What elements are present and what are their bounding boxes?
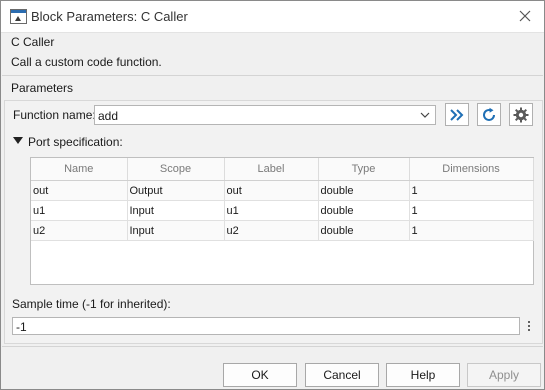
port-table: Name Scope Label Type Dimensions out Out… — [31, 158, 534, 241]
cell-label[interactable]: u2 — [224, 220, 319, 241]
column-header-name[interactable]: Name — [31, 158, 128, 181]
divider — [2, 75, 543, 76]
table-row[interactable]: u2 Input u2 double 1 — [31, 220, 534, 241]
table-row[interactable]: out Output out double 1 — [31, 180, 534, 201]
cancel-button[interactable]: Cancel — [305, 363, 379, 387]
cell-name[interactable]: out — [31, 180, 128, 201]
port-specification-table: Name Scope Label Type Dimensions out Out… — [30, 157, 534, 285]
cell-name[interactable]: u2 — [31, 220, 128, 241]
cell-dimensions[interactable]: 1 — [409, 200, 534, 221]
cell-type[interactable]: double — [318, 180, 410, 201]
refresh-button[interactable] — [477, 103, 501, 126]
settings-button[interactable] — [509, 103, 533, 126]
cell-name[interactable]: u1 — [31, 200, 128, 221]
window-title: Block Parameters: C Caller — [31, 9, 188, 24]
column-header-type[interactable]: Type — [318, 158, 410, 181]
goto-function-button[interactable] — [445, 103, 469, 126]
cell-scope[interactable]: Input — [127, 200, 225, 221]
refresh-icon — [483, 107, 495, 121]
triangle-down-icon[interactable] — [13, 137, 23, 145]
cell-dimensions[interactable]: 1 — [409, 220, 534, 241]
apply-button[interactable]: Apply — [467, 363, 541, 387]
block-name-heading: C Caller — [11, 35, 55, 49]
title-bar: Block Parameters: C Caller — [1, 1, 544, 33]
cell-label[interactable]: u1 — [224, 200, 319, 221]
dialog-window: Block Parameters: C Caller C Caller Call… — [0, 0, 545, 390]
column-header-dimensions[interactable]: Dimensions — [409, 158, 534, 181]
ok-button[interactable]: OK — [223, 363, 297, 387]
double-chevron-right-icon — [450, 108, 464, 121]
sample-time-label: Sample time (-1 for inherited): — [12, 297, 171, 311]
help-button[interactable]: Help — [386, 363, 460, 387]
table-row[interactable]: u1 Input u1 double 1 — [31, 200, 534, 221]
gear-icon — [513, 107, 529, 122]
cell-dimensions[interactable]: 1 — [409, 180, 534, 201]
function-name-value: add — [98, 109, 119, 123]
divider — [2, 346, 543, 347]
function-name-label: Function name: — [13, 108, 96, 122]
sample-time-value: -1 — [16, 320, 27, 334]
port-specification-label: Port specification: — [28, 135, 123, 149]
block-icon — [10, 9, 27, 24]
column-header-scope[interactable]: Scope — [127, 158, 225, 181]
cell-type[interactable]: double — [318, 220, 410, 241]
parameters-heading: Parameters — [11, 81, 74, 95]
column-header-label[interactable]: Label — [224, 158, 319, 181]
block-description: Call a custom code function. — [11, 55, 162, 69]
cell-scope[interactable]: Input — [127, 220, 225, 241]
close-button[interactable] — [512, 5, 538, 27]
chevron-down-icon — [420, 112, 430, 118]
cell-label[interactable]: out — [224, 180, 319, 201]
cell-type[interactable]: double — [318, 200, 410, 221]
sample-time-field[interactable]: -1 — [12, 317, 520, 335]
cell-scope[interactable]: Output — [127, 180, 225, 201]
function-name-dropdown[interactable]: add — [94, 105, 436, 125]
kebab-menu-icon[interactable] — [523, 317, 535, 335]
close-icon — [519, 10, 531, 22]
